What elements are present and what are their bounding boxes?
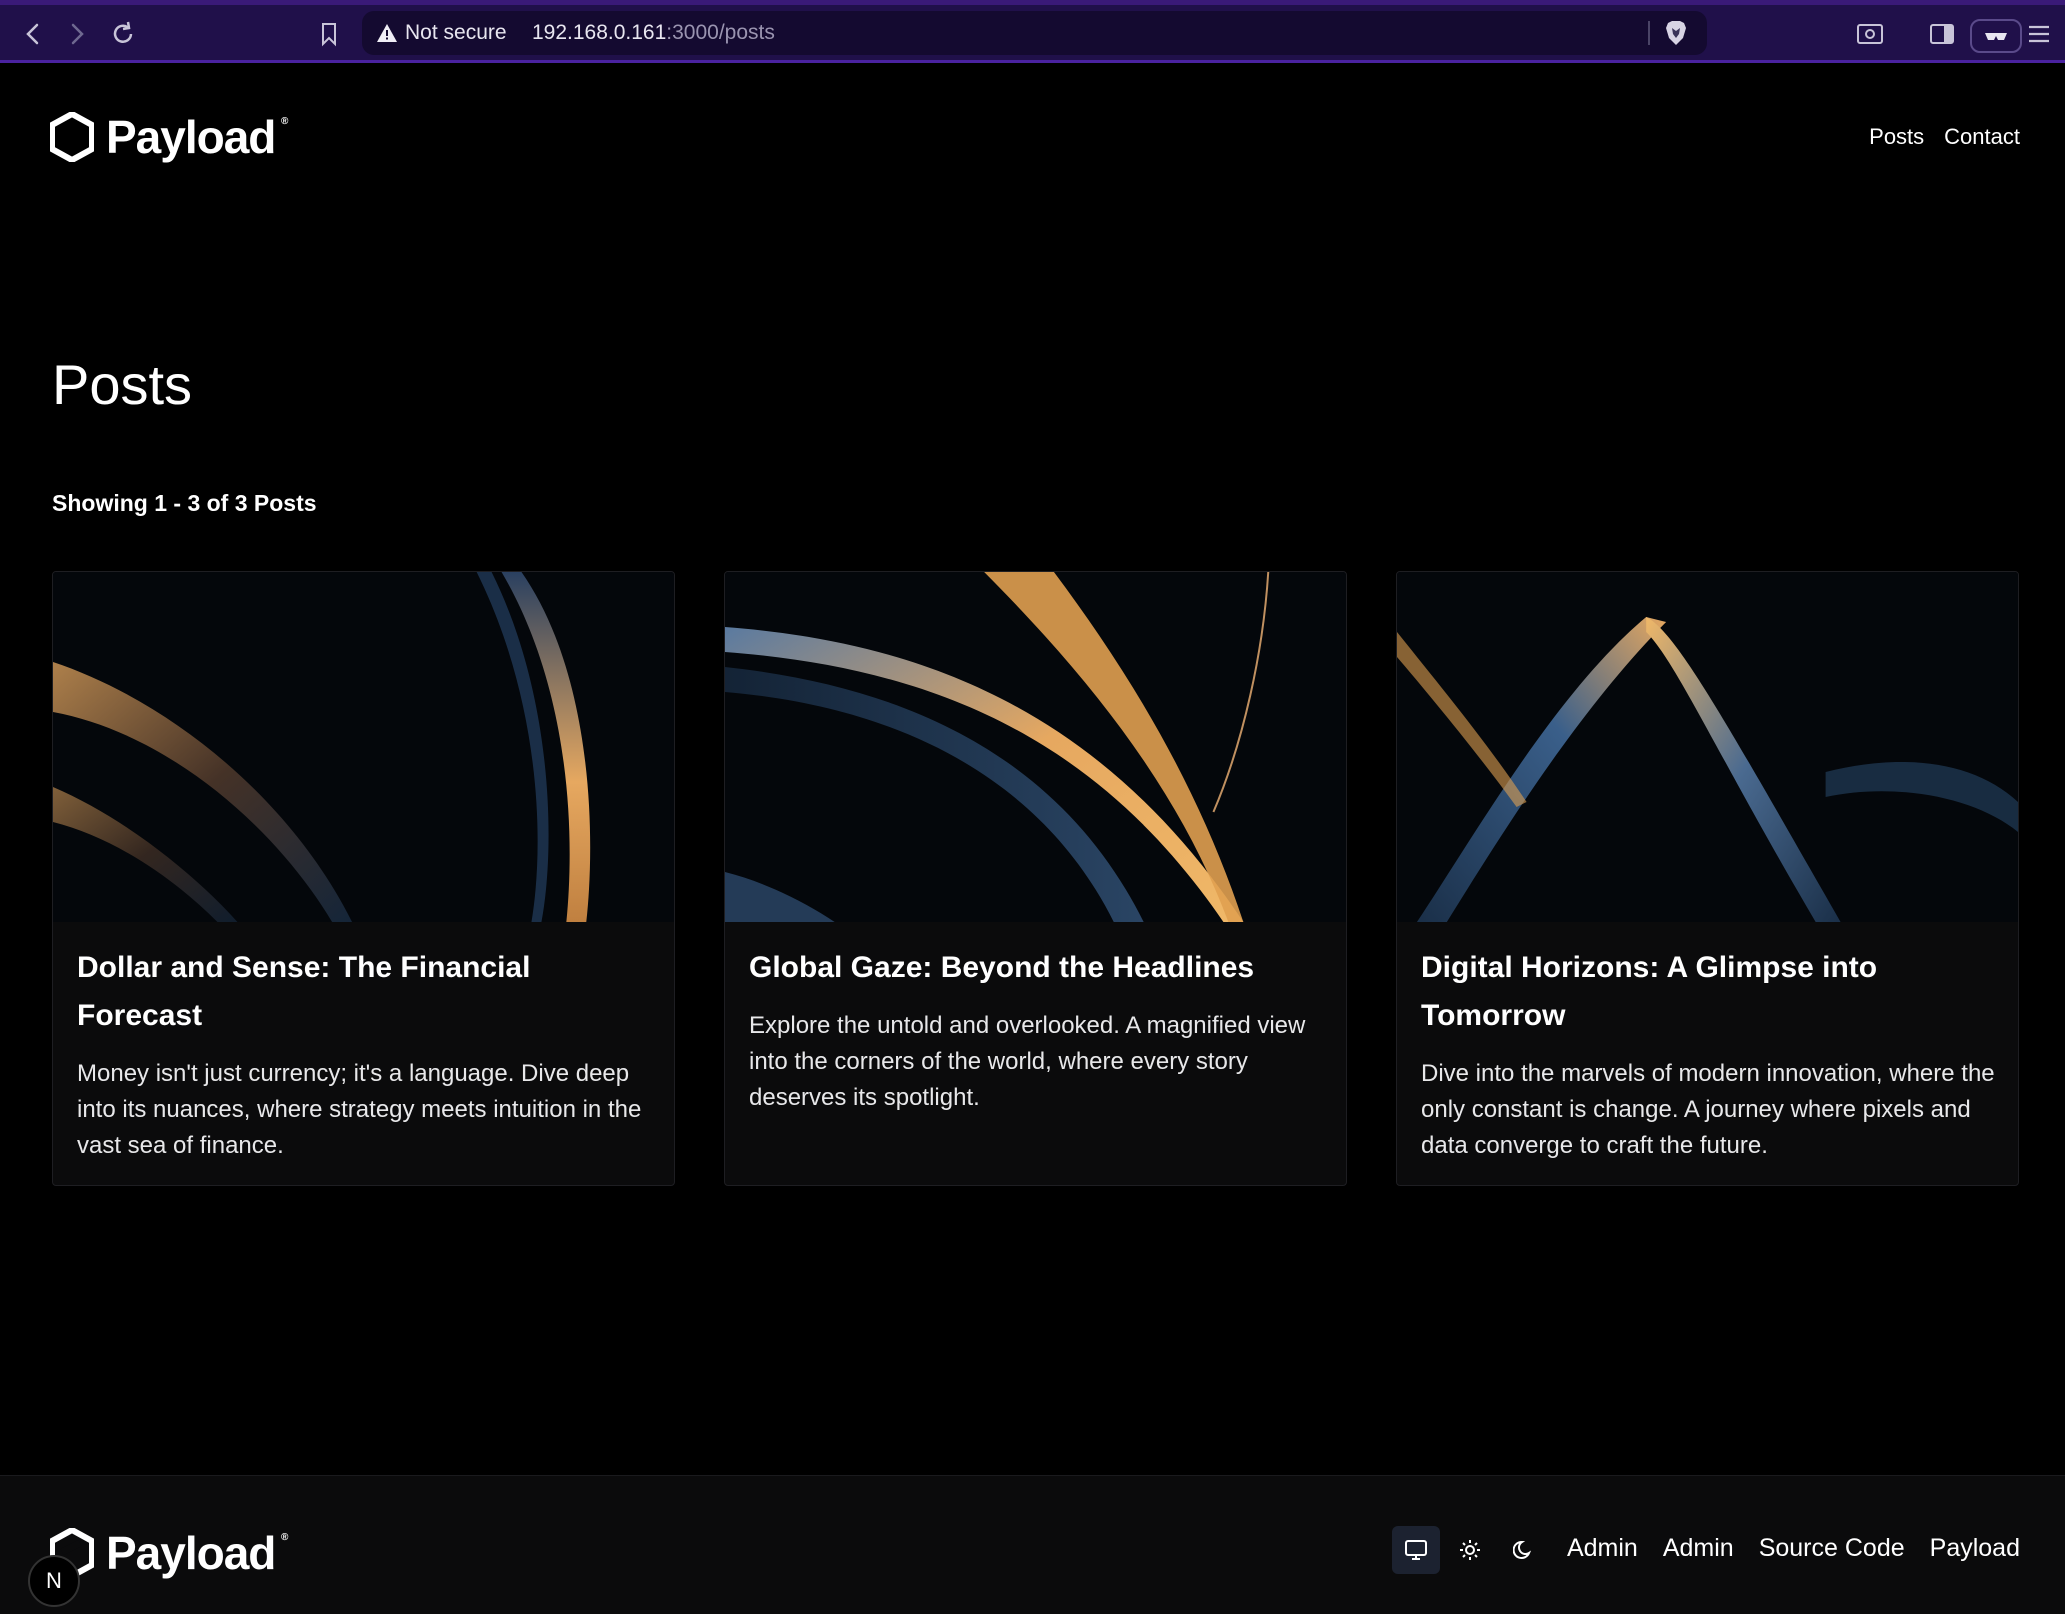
security-label[interactable]: Not secure bbox=[405, 21, 507, 45]
logo-text: Payload bbox=[106, 111, 276, 163]
header-logo[interactable]: Payload ® bbox=[50, 110, 288, 164]
url-text[interactable]: 192.168.0.161:3000/posts bbox=[532, 21, 775, 45]
post-card[interactable]: Global Gaze: Beyond the Headlines Explor… bbox=[724, 571, 1347, 1186]
nav-posts-link[interactable]: Posts bbox=[1869, 124, 1924, 150]
footer-link-source-code[interactable]: Source Code bbox=[1759, 1534, 1905, 1563]
post-card[interactable]: Dollar and Sense: The Financial Forecast… bbox=[52, 571, 675, 1186]
url-path: :3000/posts bbox=[666, 21, 775, 44]
logo-text: Payload bbox=[106, 1527, 276, 1579]
address-bar[interactable]: Not secure 192.168.0.161:3000/posts bbox=[362, 11, 1707, 55]
sun-icon bbox=[1460, 1540, 1480, 1560]
post-card-title[interactable]: Digital Horizons: A Glimpse into Tomorro… bbox=[1421, 944, 1996, 1040]
url-host: 192.168.0.161 bbox=[532, 21, 667, 44]
browser-toolbar: Not secure 192.168.0.161:3000/posts bbox=[0, 0, 2065, 63]
sidebar-toggle-icon[interactable] bbox=[1925, 17, 1959, 51]
post-card-image bbox=[53, 572, 674, 922]
post-card-image bbox=[725, 572, 1346, 922]
footer: Payload ® Admin Admin Source Code Payload bbox=[0, 1475, 2065, 1614]
nextjs-dev-badge[interactable]: N bbox=[28, 1555, 80, 1607]
footer-link-admin[interactable]: Admin bbox=[1567, 1534, 1638, 1563]
post-card-description: Explore the untold and overlooked. A mag… bbox=[749, 1012, 1306, 1111]
footer-link-admin[interactable]: Admin bbox=[1663, 1534, 1734, 1563]
warning-icon bbox=[376, 23, 398, 48]
bookmark-icon[interactable] bbox=[312, 17, 346, 51]
logo-registered-mark: ® bbox=[281, 1532, 288, 1543]
header-nav: Posts Contact bbox=[1869, 124, 2020, 150]
page-title: Posts bbox=[52, 353, 193, 416]
theme-light-button[interactable] bbox=[1446, 1526, 1494, 1574]
moon-icon bbox=[1513, 1540, 1532, 1559]
post-card-title[interactable]: Dollar and Sense: The Financial Forecast bbox=[77, 944, 652, 1040]
back-icon[interactable] bbox=[16, 17, 50, 51]
monitor-icon bbox=[1405, 1540, 1427, 1560]
footer-link-payload[interactable]: Payload bbox=[1930, 1534, 2020, 1563]
post-card-title[interactable]: Global Gaze: Beyond the Headlines bbox=[749, 944, 1324, 992]
footer-logo[interactable]: Payload ® bbox=[50, 1526, 288, 1580]
post-card-image bbox=[1397, 572, 2018, 922]
post-card[interactable]: Digital Horizons: A Glimpse into Tomorro… bbox=[1396, 571, 2019, 1186]
payload-logo-icon bbox=[50, 112, 94, 162]
private-window-icon[interactable] bbox=[1970, 19, 2022, 53]
footer-links: Admin Admin Source Code Payload bbox=[1567, 1534, 2020, 1563]
theme-system-button[interactable] bbox=[1392, 1526, 1440, 1574]
logo-wordmark: Payload ® bbox=[106, 110, 288, 164]
nav-contact-link[interactable]: Contact bbox=[1944, 124, 2020, 150]
logo-wordmark: Payload ® bbox=[106, 1526, 288, 1580]
reload-icon[interactable] bbox=[106, 17, 140, 51]
theme-dark-button[interactable] bbox=[1500, 1526, 1548, 1574]
results-count: Showing 1 - 3 of 3 Posts bbox=[52, 490, 317, 516]
address-divider bbox=[1648, 21, 1650, 45]
post-card-description: Dive into the marvels of modern innovati… bbox=[1421, 1060, 1995, 1159]
forward-icon[interactable] bbox=[60, 17, 94, 51]
post-card-description: Money isn't just currency; it's a langua… bbox=[77, 1060, 642, 1159]
logo-registered-mark: ® bbox=[281, 116, 288, 127]
brave-shield-icon[interactable] bbox=[1664, 20, 1688, 51]
screen-capture-icon[interactable] bbox=[1853, 17, 1887, 51]
menu-icon[interactable] bbox=[2022, 17, 2056, 51]
